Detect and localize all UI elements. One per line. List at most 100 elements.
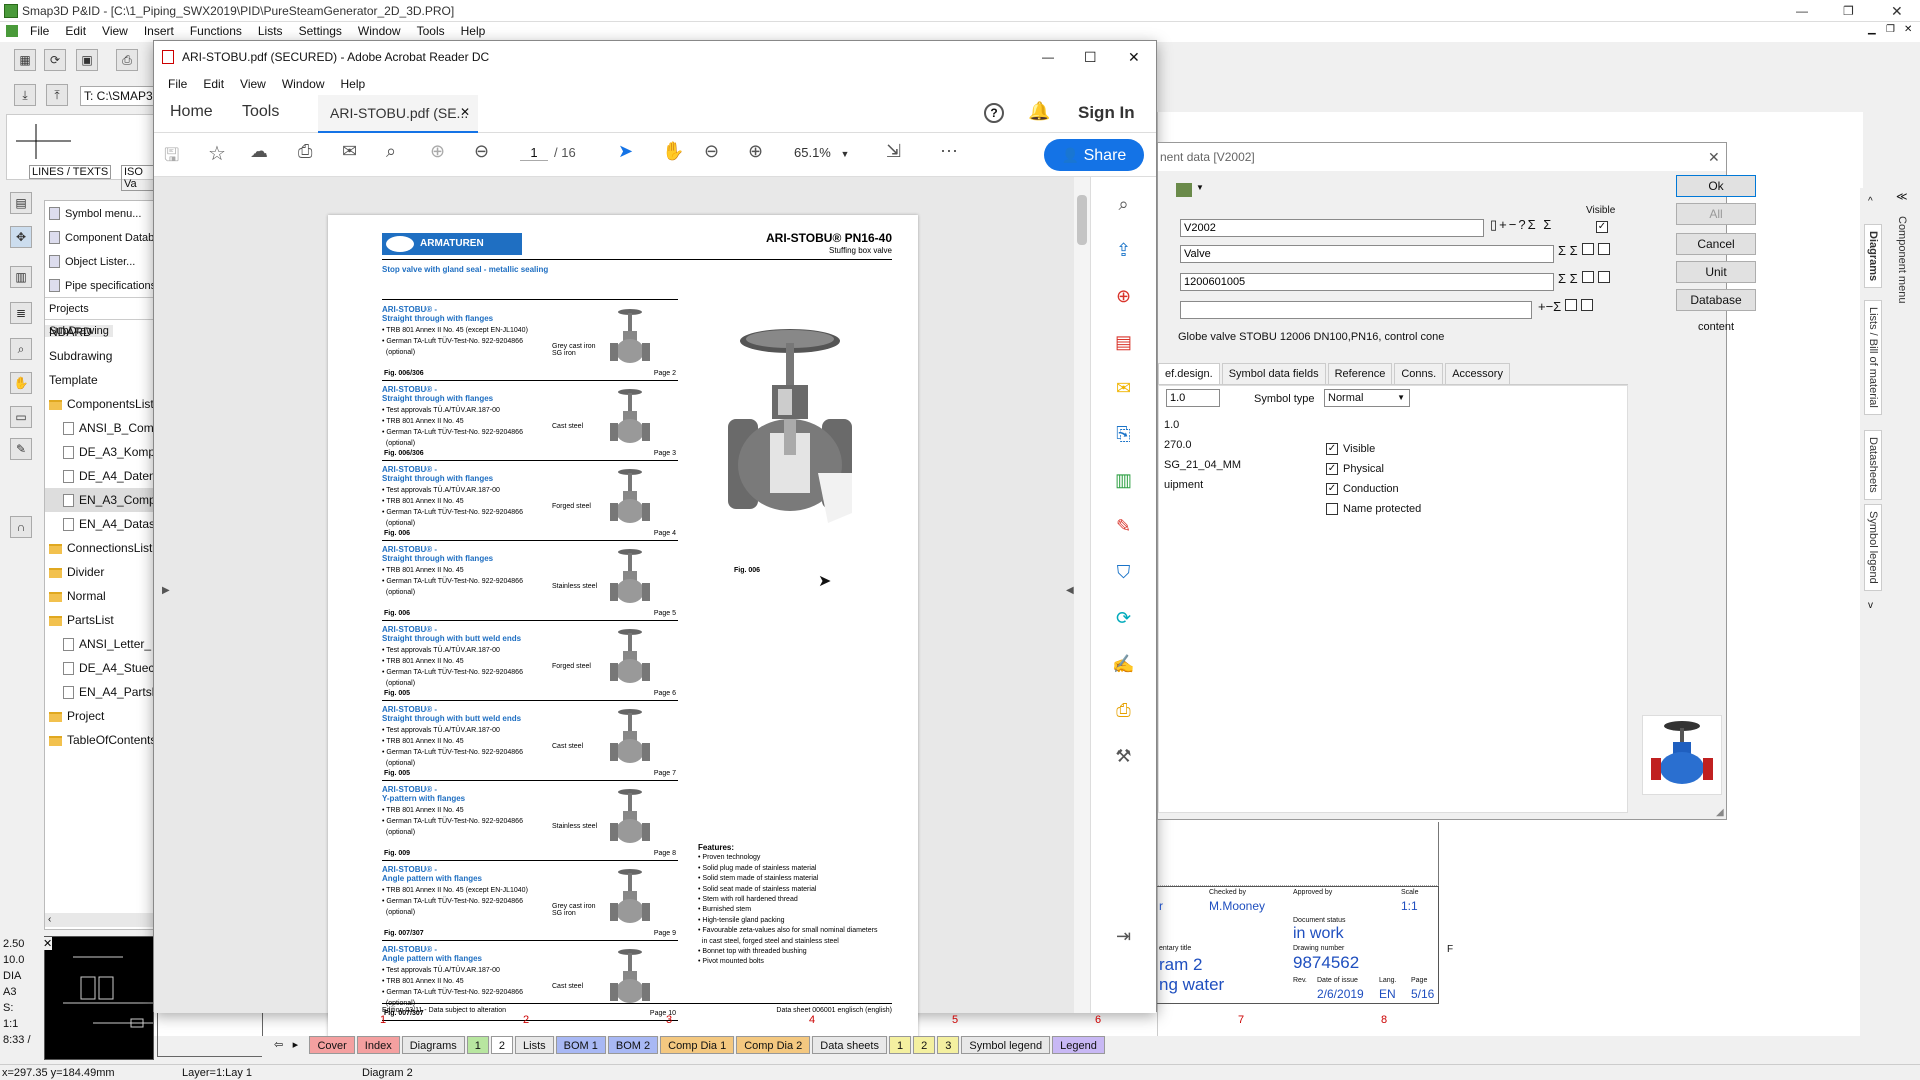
dialog-tab[interactable]: Conns. [1394, 363, 1444, 384]
all-button[interactable]: All [1676, 203, 1756, 225]
export-pdf-icon[interactable]: ⇪ [1109, 235, 1139, 265]
edit-icon[interactable]: ✎ [10, 438, 32, 460]
tab-projects[interactable]: Projects [45, 303, 93, 315]
tree-item[interactable]: Project [45, 704, 153, 728]
menu-insert[interactable]: Insert [136, 23, 182, 40]
sheet-tab[interactable]: Cover [309, 1036, 355, 1054]
tree-item[interactable]: ConnectionsList [45, 536, 153, 560]
organize-icon[interactable]: ▤ [1109, 327, 1139, 357]
sheet-tab[interactable]: Diagrams [401, 1036, 465, 1054]
tab-document[interactable]: ARI-STOBU.pdf (SE... ✕ [318, 95, 478, 133]
tree-item[interactable]: DE_A3_Komp [45, 440, 153, 464]
tool-a-icon[interactable]: ⤓ [14, 84, 36, 106]
magnet-icon[interactable]: ∩ [10, 516, 32, 538]
bell-icon[interactable]: 🔔 [1028, 101, 1050, 122]
search-icon[interactable]: ⌕ [386, 141, 396, 162]
sign-icon[interactable]: ✍ [1109, 649, 1139, 679]
dialog-tab[interactable]: Reference [1327, 363, 1393, 384]
name-field[interactable] [1180, 245, 1554, 263]
check-row[interactable]: Name protected [1326, 499, 1421, 519]
layers-icon[interactable]: ▥ [10, 266, 32, 288]
scan-icon[interactable]: ⎙ [1109, 695, 1139, 725]
tree-item[interactable]: ANSI_Letter_ [45, 632, 153, 656]
zoom-out-icon[interactable]: ⊖ [704, 141, 719, 162]
sheet-forward-icon[interactable]: ▸ [293, 1039, 299, 1051]
zoom-icon[interactable]: ⌕ [10, 338, 32, 360]
command-item[interactable]: Component Datab [45, 225, 153, 249]
tab-lists-bom[interactable]: Lists / Bill of material [1864, 300, 1882, 415]
tab-symbol-legend[interactable]: Symbol legend [1864, 504, 1882, 591]
acrobat-menu-file[interactable]: File [160, 76, 195, 93]
overview-close-icon[interactable]: ✕ [43, 937, 53, 950]
scale-field[interactable] [1166, 389, 1220, 407]
tab-home[interactable]: Home [170, 103, 213, 121]
menu-settings[interactable]: Settings [291, 23, 350, 40]
sheet-tab[interactable]: BOM 2 [607, 1036, 659, 1054]
tab-diagrams[interactable]: Diagrams [1864, 224, 1882, 289]
sheet-tab[interactable]: Lists [515, 1036, 554, 1054]
minimize-icon[interactable]: — [1796, 0, 1808, 22]
dock-up-icon[interactable]: ^ [1868, 196, 1873, 207]
tree-item[interactable]: ComponentsList [45, 392, 153, 416]
star-icon[interactable]: ☆ [208, 141, 226, 166]
hand-icon[interactable]: ✋ [662, 141, 684, 162]
field2-tools[interactable]: Σ Σ [1558, 243, 1610, 258]
pdf-vscrollbar[interactable] [1074, 177, 1090, 1013]
unit-button[interactable]: Unit [1676, 261, 1756, 283]
menu-help[interactable]: Help [453, 23, 494, 40]
resize-grip-icon[interactable]: ◢ [1716, 807, 1724, 818]
sheet-tab[interactable]: BOM 1 [555, 1036, 606, 1054]
prev-page-icon[interactable]: ⊕ [430, 141, 445, 162]
move-icon[interactable]: ✥ [10, 226, 32, 248]
check-row[interactable]: ✓ Physical [1326, 459, 1421, 479]
new-icon[interactable]: ▦ [14, 49, 36, 71]
ok-button[interactable]: Ok [1676, 175, 1756, 197]
pdf-viewport[interactable]: ▶ ◀ ARMATUREN ARI-STOBU® PN16-40 Stuffin… [154, 177, 1090, 1055]
sheet-tab[interactable]: Comp Dia 2 [736, 1036, 811, 1054]
command-item[interactable]: Pipe specifications [45, 273, 153, 297]
symbol-type-select[interactable]: Normal ▼ [1324, 389, 1410, 407]
number-field[interactable] [1180, 273, 1554, 291]
tree-item[interactable]: EN_A4_Datas [45, 512, 153, 536]
acrobat-minimize-icon[interactable]: — [1042, 41, 1054, 73]
menu-tools[interactable]: Tools [409, 23, 453, 40]
overview-panel[interactable]: ✕ [43, 936, 263, 1060]
tab-component-menu[interactable]: Component menu [1894, 210, 1910, 309]
sheet-tab[interactable]: Comp Dia 1 [660, 1036, 735, 1054]
lines-texts-label[interactable]: LINES / TEXTS [29, 165, 112, 179]
tree-item[interactable]: Divider [45, 560, 153, 584]
acrobat-close-icon[interactable]: ✕ [1128, 41, 1140, 73]
tree-item[interactable]: Template [45, 368, 153, 392]
mdi-minimize-icon[interactable]: ▁ [1868, 24, 1876, 35]
command-item[interactable]: Symbol menu... [45, 201, 153, 225]
zoom-in-icon[interactable]: ⊕ [748, 141, 763, 162]
menu-functions[interactable]: Functions [182, 23, 250, 40]
image-icon[interactable]: ▭ [10, 406, 32, 428]
field4-tools[interactable]: +−Σ [1538, 299, 1594, 314]
sheet-tab[interactable]: Legend [1052, 1036, 1105, 1054]
dialog-close-icon[interactable]: ✕ [1708, 149, 1720, 166]
fill-sign-icon[interactable]: ✎ [1109, 511, 1139, 541]
acrobat-maximize-icon[interactable]: ☐ [1084, 41, 1097, 73]
more-tools-icon[interactable]: ⚒ [1109, 741, 1139, 771]
sheet-tab[interactable]: Index [356, 1036, 400, 1054]
tree-item[interactable]: ANSI_B_Com [45, 416, 153, 440]
sheet-tab[interactable]: 1 [466, 1036, 489, 1054]
database-button[interactable]: Database [1676, 289, 1756, 311]
extra-field[interactable] [1180, 301, 1532, 319]
checkbox[interactable]: ✓ [1326, 463, 1338, 476]
select-cursor-icon[interactable]: ➤ [618, 141, 633, 162]
list-icon[interactable]: ≣ [10, 302, 32, 324]
close-icon[interactable]: ✕ [1891, 0, 1903, 22]
dialog-tab[interactable]: ef.design. [1158, 363, 1220, 384]
dialog-toolbar-icon[interactable] [1176, 183, 1192, 197]
acrobat-menu-view[interactable]: View [232, 76, 274, 93]
save-icon[interactable]: ▣ [76, 49, 98, 71]
checkbox[interactable]: ✓ [1326, 443, 1338, 456]
sheet-tab[interactable]: Symbol legend [961, 1036, 1051, 1054]
menu-edit[interactable]: Edit [57, 23, 94, 40]
tree-hscrollbar[interactable]: ‹ [45, 913, 153, 927]
sheet-tab[interactable]: 1 [888, 1036, 912, 1054]
sheet-tab[interactable]: 2 [490, 1036, 514, 1054]
dialog-toolbar-chevron-icon[interactable]: ▼ [1196, 183, 1204, 192]
